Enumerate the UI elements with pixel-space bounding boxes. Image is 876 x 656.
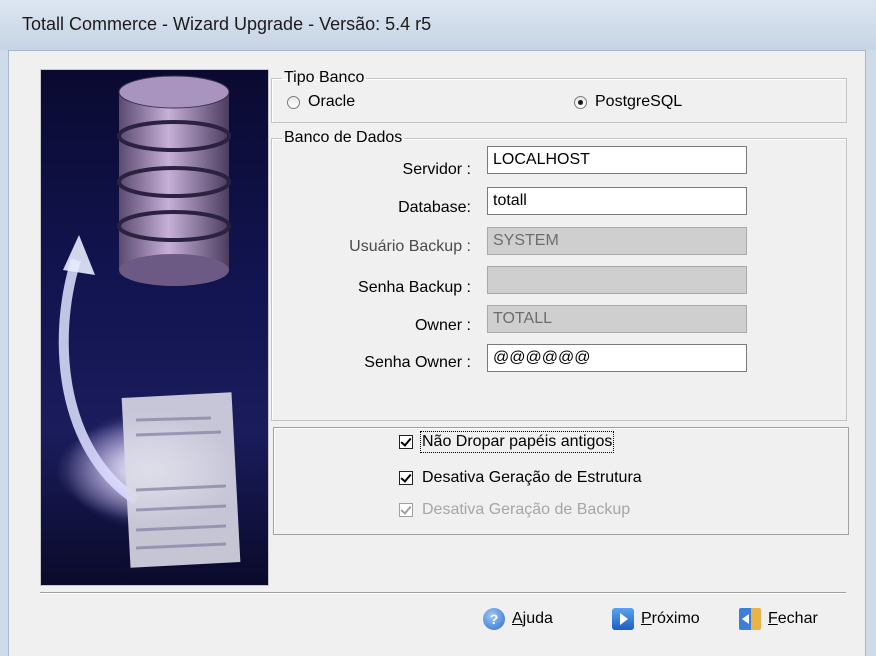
desativa-estrutura-checkbox[interactable]: Desativa Geração de Estrutura xyxy=(399,469,642,487)
desativa-backup-label: Desativa Geração de Backup xyxy=(422,501,631,518)
wizard-window: Totall Commerce - Wizard Upgrade - Versã… xyxy=(0,0,876,656)
desativa-backup-box[interactable] xyxy=(399,503,413,517)
postgresql-radio-button[interactable] xyxy=(574,95,587,109)
oracle-radio-label: Oracle xyxy=(308,93,356,110)
ajuda-label: Ajuda xyxy=(512,610,553,627)
fechar-button[interactable]: Fechar xyxy=(739,608,818,630)
servidor-input[interactable] xyxy=(487,146,747,174)
desativa-estrutura-box[interactable] xyxy=(399,471,413,485)
next-arrow-icon xyxy=(612,608,634,630)
nao-dropar-papeis-box[interactable] xyxy=(399,435,413,449)
proximo-label: Próximo xyxy=(641,610,700,627)
database-label: Database: xyxy=(398,199,471,216)
window-frame-left xyxy=(0,50,9,656)
title-bar[interactable]: Totall Commerce - Wizard Upgrade - Versã… xyxy=(0,0,876,51)
proximo-button[interactable]: Próximo xyxy=(612,608,700,630)
usuario-backup-input[interactable] xyxy=(487,227,747,255)
ajuda-button[interactable]: ? Ajuda xyxy=(483,608,553,630)
tipo-banco-group: Tipo Banco xyxy=(271,69,847,123)
banco-de-dados-legend: Banco de Dados xyxy=(284,129,403,146)
oracle-radio[interactable]: Oracle xyxy=(287,93,355,111)
senha-owner-input[interactable] xyxy=(487,344,747,372)
senha-backup-input[interactable] xyxy=(487,266,747,294)
window-title: Totall Commerce - Wizard Upgrade - Versã… xyxy=(22,14,432,34)
oracle-radio-button[interactable] xyxy=(287,95,300,109)
nao-dropar-papeis-label: Não Dropar papéis antigos xyxy=(419,431,615,453)
fechar-label: Fechar xyxy=(768,610,818,627)
client-area: Tipo Banco Oracle PostgreSQL Banco de Da… xyxy=(9,51,865,656)
senha-backup-label: Senha Backup : xyxy=(358,279,471,296)
postgresql-radio-label: PostgreSQL xyxy=(595,93,683,110)
database-upgrade-icon xyxy=(58,75,241,568)
window-frame-right xyxy=(865,50,876,656)
button-separator xyxy=(40,592,846,594)
tipo-banco-legend: Tipo Banco xyxy=(284,69,365,86)
help-icon: ? xyxy=(483,608,505,630)
owner-label: Owner : xyxy=(414,317,471,334)
nao-dropar-papeis-checkbox[interactable]: Não Dropar papéis antigos xyxy=(399,431,615,453)
desativa-estrutura-label: Desativa Geração de Estrutura xyxy=(422,469,642,486)
database-input[interactable] xyxy=(487,187,747,215)
senha-owner-label: Senha Owner : xyxy=(364,354,471,371)
owner-input[interactable] xyxy=(487,305,747,333)
usuario-backup-label: Usuário Backup : xyxy=(349,238,471,255)
exit-door-icon xyxy=(739,608,761,630)
servidor-label: Servidor : xyxy=(402,161,471,178)
postgresql-radio[interactable]: PostgreSQL xyxy=(574,93,682,111)
wizard-illustration xyxy=(40,69,269,586)
desativa-backup-checkbox[interactable]: Desativa Geração de Backup xyxy=(399,501,630,519)
